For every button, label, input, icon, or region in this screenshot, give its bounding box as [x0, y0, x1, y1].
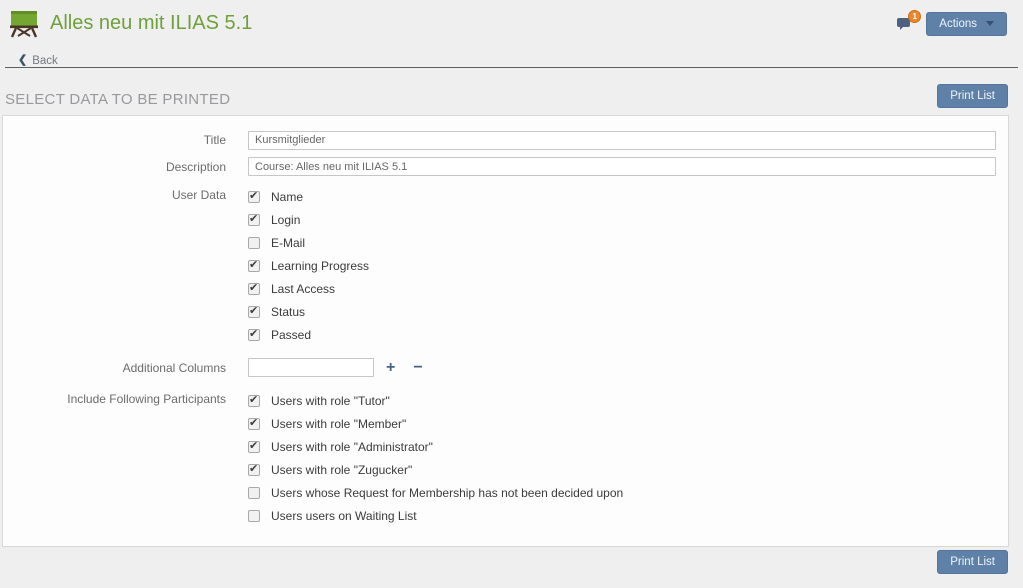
checkbox-label: Last Access: [271, 282, 335, 296]
checkbox[interactable]: [248, 306, 260, 318]
notification-bubble-icon[interactable]: 1: [896, 17, 912, 31]
checkbox[interactable]: [248, 395, 260, 407]
form-row-description: Description: [3, 157, 996, 177]
checkbox-label: Status: [271, 305, 305, 319]
checkbox-option[interactable]: Users users on Waiting List: [248, 504, 996, 527]
form-row-participants: Include Following Participants Users wit…: [3, 389, 996, 527]
description-input[interactable]: [248, 157, 996, 176]
checkbox-label: Passed: [271, 328, 311, 342]
checkbox-option[interactable]: Name: [248, 185, 996, 208]
add-column-button[interactable]: +: [380, 360, 401, 376]
checkbox-option[interactable]: Learning Progress: [248, 254, 996, 277]
checkbox-option[interactable]: Users with role "Administrator": [248, 435, 996, 458]
checkbox-option[interactable]: Users with role "Tutor": [248, 389, 996, 412]
checkbox-option[interactable]: Passed: [248, 323, 996, 346]
checkbox-label: Login: [271, 213, 300, 227]
checkbox[interactable]: [248, 283, 260, 295]
back-link-label: Back: [32, 55, 58, 67]
header-actions: 1 Actions: [896, 12, 1007, 36]
checkbox-option[interactable]: Login: [248, 208, 996, 231]
checkbox[interactable]: [248, 237, 260, 249]
checkbox-option[interactable]: Users whose Request for Membership has n…: [248, 481, 996, 504]
participants-label: Include Following Participants: [3, 389, 248, 527]
print-options-form: Title Description User Data Name Login E…: [2, 115, 1009, 547]
back-bar: ❮ Back: [0, 40, 1023, 64]
user-data-label: User Data: [3, 185, 248, 346]
back-link[interactable]: ❮ Back: [18, 55, 58, 67]
checkbox-option[interactable]: Last Access: [248, 277, 996, 300]
checkbox-label: Learning Progress: [271, 259, 369, 273]
checkbox[interactable]: [248, 464, 260, 476]
checkbox[interactable]: [248, 329, 260, 341]
print-list-button-top[interactable]: Print List: [937, 84, 1008, 108]
checkbox-label: Users with role "Administrator": [271, 440, 433, 454]
checkbox-label: Users with role "Member": [271, 417, 406, 431]
form-row-user-data: User Data Name Login E-Mail Learning Pro…: [3, 185, 996, 346]
checkbox[interactable]: [248, 510, 260, 522]
caret-down-icon: [986, 21, 994, 26]
notification-badge: 1: [908, 10, 921, 23]
checkbox-label: E-Mail: [271, 236, 305, 250]
remove-column-button[interactable]: −: [407, 360, 428, 376]
actions-button[interactable]: Actions: [926, 12, 1007, 36]
checkbox-option[interactable]: Users with role "Zugucker": [248, 458, 996, 481]
checkbox[interactable]: [248, 191, 260, 203]
title-input[interactable]: [248, 131, 996, 150]
checkbox-option[interactable]: Users with role "Member": [248, 412, 996, 435]
form-row-additional-columns: Additional Columns + −: [3, 358, 996, 377]
checkbox-option[interactable]: E-Mail: [248, 231, 996, 254]
print-list-button-bottom[interactable]: Print List: [937, 550, 1008, 574]
additional-columns-input[interactable]: [248, 358, 374, 377]
checkbox[interactable]: [248, 214, 260, 226]
checkbox[interactable]: [248, 260, 260, 272]
checkbox-label: Name: [271, 190, 303, 204]
footer-bar: Print List: [0, 547, 1023, 574]
checkbox-label: Users users on Waiting List: [271, 509, 417, 523]
checkbox-option[interactable]: Status: [248, 300, 996, 323]
checkbox-label: Users with role "Zugucker": [271, 463, 412, 477]
additional-columns-label: Additional Columns: [3, 358, 248, 377]
checkbox[interactable]: [248, 487, 260, 499]
description-label: Description: [3, 157, 248, 177]
actions-button-label: Actions: [939, 18, 977, 30]
title-label: Title: [3, 130, 248, 150]
participants-options: Users with role "Tutor" Users with role …: [248, 389, 996, 527]
section-title: SELECT DATA TO BE PRINTED: [5, 91, 230, 108]
checkbox-label: Users whose Request for Membership has n…: [271, 486, 623, 500]
user-data-options: Name Login E-Mail Learning Progress Last…: [248, 185, 996, 346]
page-header: Alles neu mit ILIAS 5.1 1 Actions: [0, 0, 1023, 40]
chevron-left-icon: ❮: [18, 55, 27, 66]
checkbox-label: Users with role "Tutor": [271, 394, 390, 408]
section-header: SELECT DATA TO BE PRINTED Print List: [0, 68, 1023, 114]
checkbox[interactable]: [248, 418, 260, 430]
course-board-icon: [8, 10, 40, 38]
page: Alles neu mit ILIAS 5.1 1 Actions ❮ Back…: [0, 0, 1023, 588]
page-title: Alles neu mit ILIAS 5.1: [50, 12, 252, 35]
form-row-title: Title: [3, 130, 996, 150]
checkbox[interactable]: [248, 441, 260, 453]
